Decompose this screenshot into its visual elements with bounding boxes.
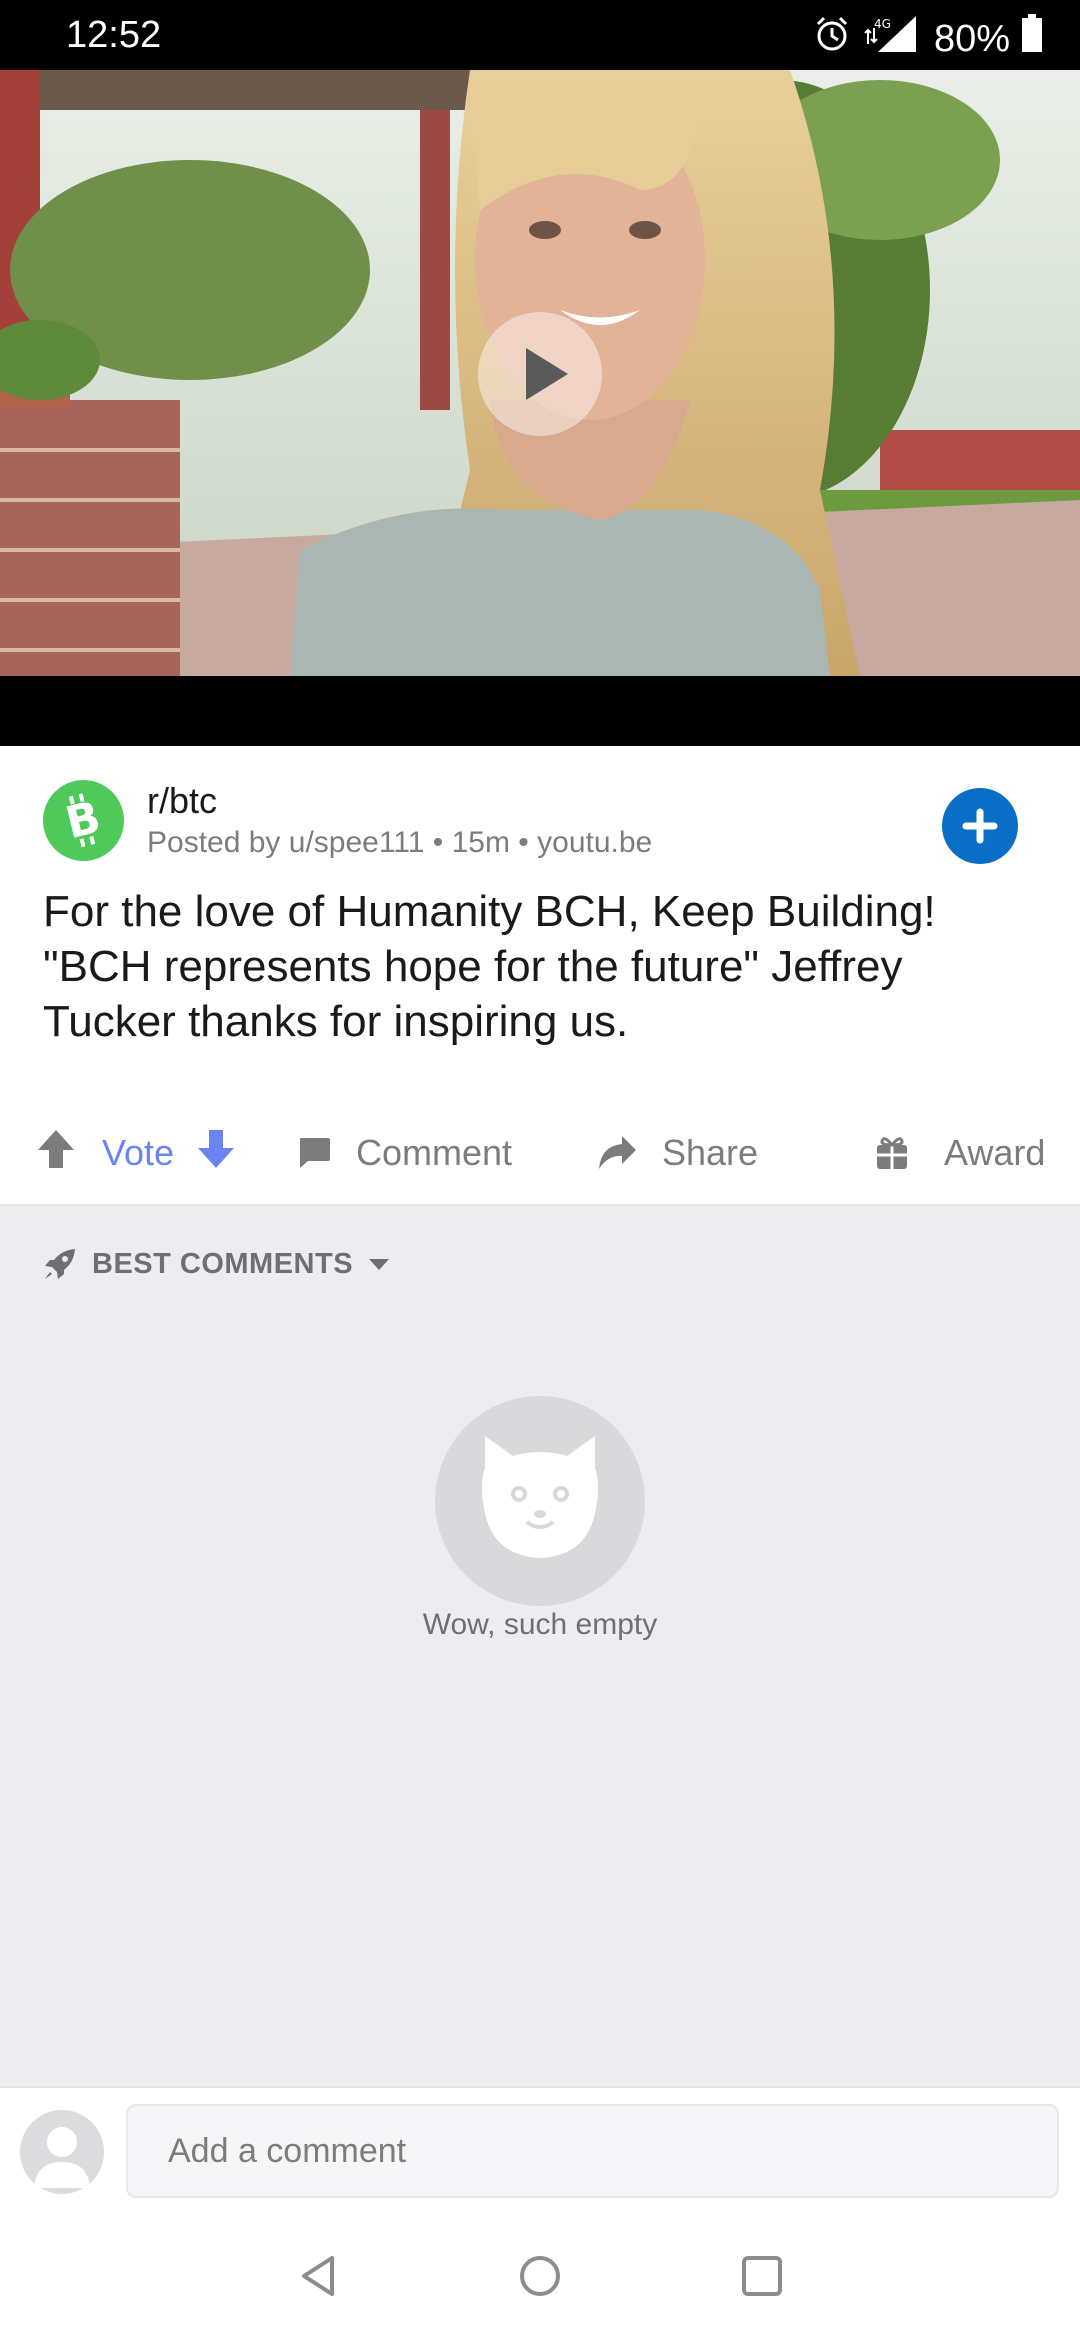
system-nav-bar	[0, 2210, 1080, 2340]
post-header: B r/btc Posted by u/spee111 • 15m • yout…	[0, 746, 1080, 864]
rocket-icon	[45, 1249, 75, 1279]
alarm-icon	[812, 14, 852, 64]
play-button[interactable]	[478, 312, 602, 436]
share-button[interactable]: Share	[596, 1128, 758, 1178]
comment-sort-dropdown[interactable]: BEST COMMENTS	[42, 1242, 391, 1286]
comment-button[interactable]: Comment	[296, 1128, 512, 1178]
caret-down-icon	[369, 1259, 390, 1270]
video-player[interactable]	[0, 70, 1080, 746]
post-action-bar: Vote Comment Share Award	[0, 1110, 1080, 1204]
status-icons: 4G 80%	[812, 14, 1042, 64]
downvote-button[interactable]	[196, 1128, 236, 1179]
battery-icon	[1022, 14, 1042, 64]
join-button[interactable]	[942, 788, 1018, 864]
recents-icon	[742, 2256, 782, 2296]
recents-button[interactable]	[738, 2252, 786, 2300]
status-time: 12:52	[66, 14, 162, 56]
vote-group: Vote	[36, 1128, 236, 1178]
comment-sort-label: BEST COMMENTS	[92, 1247, 354, 1280]
post-title: For the love of Humanity BCH, Keep Build…	[43, 887, 936, 1046]
upvote-button[interactable]	[36, 1128, 76, 1179]
empty-comments-text: Wow, such empty	[422, 1608, 658, 1641]
subreddit-name[interactable]: r/btc	[147, 780, 217, 822]
award-button[interactable]: Award	[874, 1128, 1045, 1178]
user-avatar[interactable]	[20, 2110, 104, 2194]
vote-label: Vote	[102, 1132, 175, 1173]
empty-cat-icon	[435, 1396, 645, 1606]
post-meta: Posted by u/spee111 • 15m • youtu.be	[147, 826, 653, 859]
award-icon	[877, 1137, 907, 1169]
battery-percent: 80%	[933, 17, 1010, 60]
bitcoin-cash-icon[interactable]: B	[43, 780, 124, 861]
network-label: 4G	[874, 17, 891, 31]
comment-icon	[300, 1138, 330, 1168]
comments-section: BEST COMMENTS Wow, such empty	[0, 1204, 1080, 2086]
avatar-icon	[34, 2127, 90, 2188]
upvote-arrow-icon	[38, 1129, 74, 1168]
share-label: Share	[662, 1132, 759, 1173]
back-button[interactable]	[296, 2252, 344, 2300]
add-comment-input[interactable]: Add a comment	[126, 2104, 1059, 2198]
play-icon	[526, 348, 568, 400]
status-bar: 12:52 4G 80%	[0, 0, 1080, 70]
award-label: Award	[944, 1132, 1046, 1173]
plus-icon	[962, 808, 998, 844]
home-button[interactable]	[516, 2252, 564, 2300]
comment-composer: Add a comment	[0, 2086, 1080, 2210]
comment-label: Comment	[356, 1132, 513, 1173]
downvote-arrow-icon	[198, 1129, 235, 1168]
home-icon	[520, 2256, 560, 2296]
back-icon	[302, 2256, 334, 2296]
share-icon	[599, 1136, 636, 1169]
signal-icon: 4G	[864, 14, 922, 64]
